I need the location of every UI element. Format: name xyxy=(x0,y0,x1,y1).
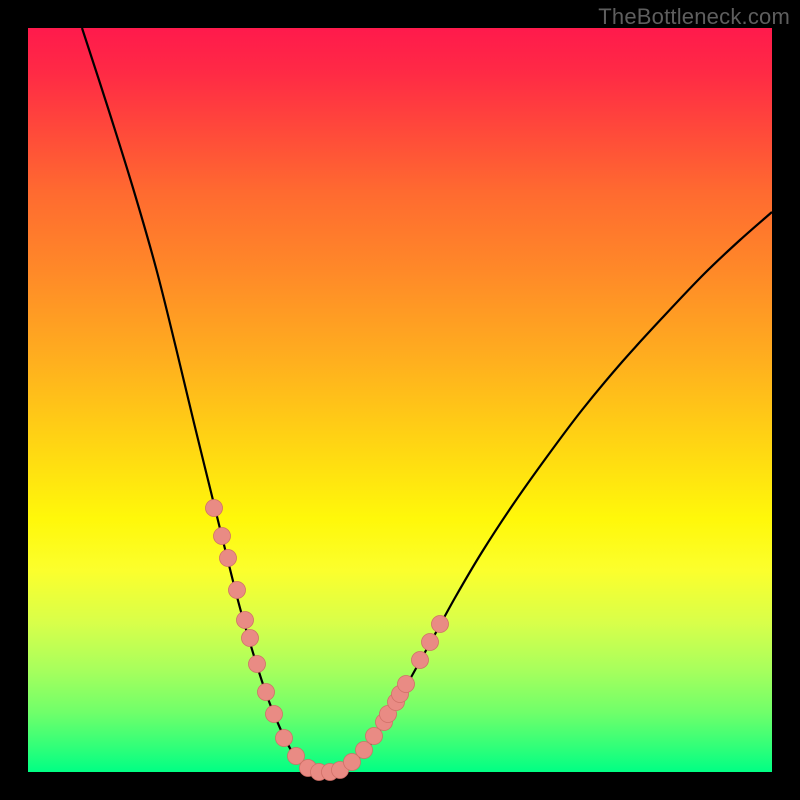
data-marker xyxy=(258,684,275,701)
data-marker xyxy=(249,656,266,673)
data-marker xyxy=(237,612,254,629)
data-marker xyxy=(356,742,373,759)
data-marker xyxy=(266,706,283,723)
data-marker xyxy=(412,652,429,669)
data-marker xyxy=(422,634,439,651)
watermark-text: TheBottleneck.com xyxy=(598,4,790,30)
data-marker xyxy=(242,630,259,647)
data-marker xyxy=(229,582,246,599)
bottleneck-curve xyxy=(28,28,772,772)
data-marker xyxy=(276,730,293,747)
data-marker xyxy=(220,550,237,567)
data-marker xyxy=(366,728,383,745)
data-marker xyxy=(398,676,415,693)
data-marker xyxy=(214,528,231,545)
data-marker xyxy=(206,500,223,517)
data-marker xyxy=(432,616,449,633)
chart-area xyxy=(28,28,772,772)
